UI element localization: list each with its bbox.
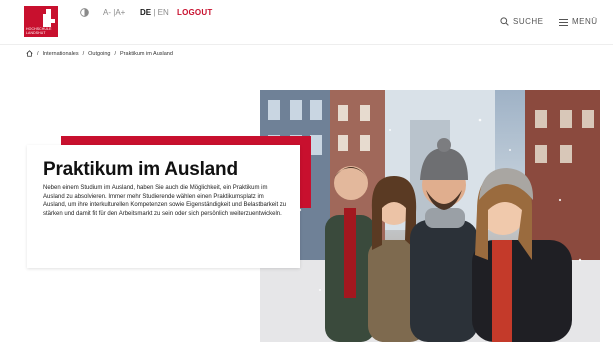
search-icon: [500, 17, 509, 26]
lang-de-link[interactable]: DE: [140, 8, 151, 17]
font-size-controls: A- |A+: [103, 8, 126, 17]
logout-link[interactable]: LOGOUT: [177, 8, 212, 17]
hamburger-icon: [559, 18, 568, 26]
university-logo[interactable]: HOCHSCHULE LANDSHUT: [24, 6, 58, 37]
search-label: SUCHE: [513, 17, 544, 26]
language-switcher: DE | EN: [140, 8, 169, 17]
contrast-icon[interactable]: [80, 8, 89, 17]
lang-en-link[interactable]: EN: [158, 8, 169, 17]
font-larger-button[interactable]: A+: [115, 8, 125, 17]
breadcrumb-outgoing[interactable]: Outgoing: [88, 51, 110, 57]
students-winter-photo: [260, 90, 600, 342]
hero-image: [260, 90, 600, 342]
breadcrumb-current: Praktikum im Ausland: [120, 50, 173, 57]
menu-button[interactable]: MENÜ: [559, 17, 598, 26]
font-smaller-button[interactable]: A-: [103, 8, 111, 17]
site-header: HOCHSCHULE LANDSHUT A- |A+ DE | EN LOGOU…: [0, 0, 613, 45]
menu-label: MENÜ: [572, 17, 598, 26]
breadcrumb-internationales[interactable]: Internationales: [43, 51, 79, 57]
hero-card: Praktikum im Ausland Neben einem Studium…: [27, 145, 300, 268]
hero-description: Neben einem Studium im Ausland, haben Si…: [43, 185, 287, 217]
page-title: Praktikum im Ausland: [43, 159, 238, 180]
home-icon[interactable]: [26, 50, 33, 57]
search-button[interactable]: SUCHE: [500, 17, 544, 26]
breadcrumb: / Internationales / Outgoing / Praktikum…: [26, 50, 173, 57]
logo-text: HOCHSCHULE LANDSHUT: [26, 27, 52, 35]
